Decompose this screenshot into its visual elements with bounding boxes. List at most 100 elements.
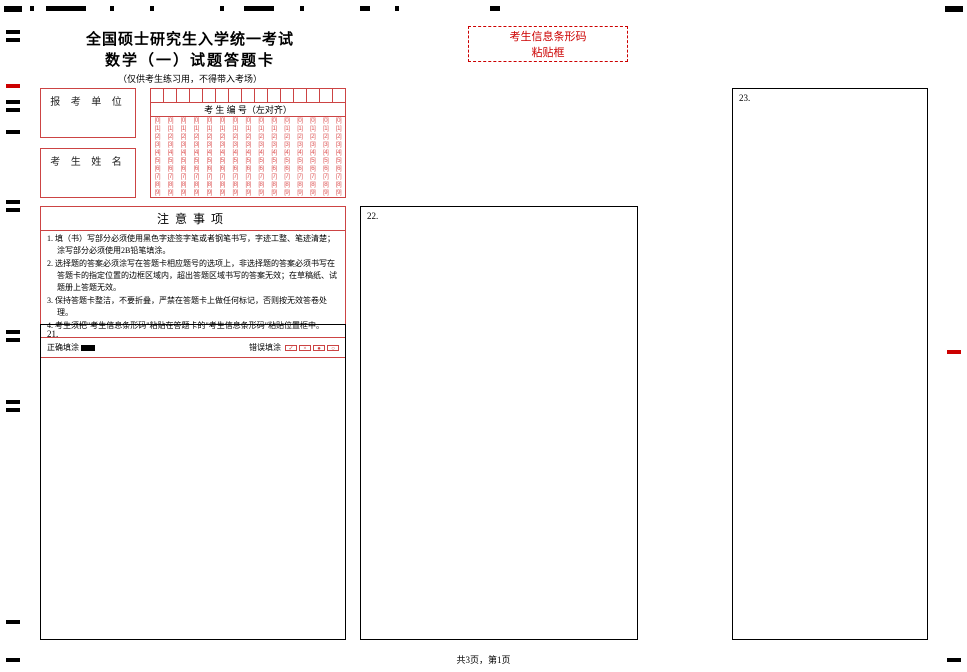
bubble-7[interactable]: [7] xyxy=(280,173,293,181)
bubble-2[interactable]: [2] xyxy=(177,133,190,141)
bubble-7[interactable]: [7] xyxy=(319,173,332,181)
bubble-8[interactable]: [8] xyxy=(319,181,332,189)
bubble-2[interactable]: [2] xyxy=(190,133,203,141)
bubble-9[interactable]: [9] xyxy=(319,189,332,197)
bubble-0[interactable]: [0] xyxy=(267,117,280,125)
bubble-4[interactable]: [4] xyxy=(242,149,255,157)
bubble-0[interactable]: [0] xyxy=(242,117,255,125)
bubble-8[interactable]: [8] xyxy=(164,181,177,189)
bubble-8[interactable]: [8] xyxy=(332,181,345,189)
bubble-2[interactable]: [2] xyxy=(319,133,332,141)
bubble-1[interactable]: [1] xyxy=(306,125,319,133)
bubble-5[interactable]: [5] xyxy=(164,157,177,165)
bubble-9[interactable]: [9] xyxy=(151,189,164,197)
bubble-2[interactable]: [2] xyxy=(216,133,229,141)
bubble-5[interactable]: [5] xyxy=(216,157,229,165)
bubble-9[interactable]: [9] xyxy=(255,189,268,197)
bubble-4[interactable]: [4] xyxy=(255,149,268,157)
bubble-1[interactable]: [1] xyxy=(164,125,177,133)
bubble-0[interactable]: [0] xyxy=(332,117,345,125)
bubble-3[interactable]: [3] xyxy=(255,141,268,149)
bubble-1[interactable]: [1] xyxy=(229,125,242,133)
bubble-6[interactable]: [6] xyxy=(216,165,229,173)
bubble-8[interactable]: [8] xyxy=(242,181,255,189)
bubble-3[interactable]: [3] xyxy=(293,141,306,149)
bubble-6[interactable]: [6] xyxy=(280,165,293,173)
bubble-6[interactable]: [6] xyxy=(267,165,280,173)
bubble-8[interactable]: [8] xyxy=(203,181,216,189)
bubble-0[interactable]: [0] xyxy=(216,117,229,125)
bubble-2[interactable]: [2] xyxy=(203,133,216,141)
bubble-8[interactable]: [8] xyxy=(293,181,306,189)
bubble-1[interactable]: [1] xyxy=(255,125,268,133)
bubble-4[interactable]: [4] xyxy=(267,149,280,157)
bubble-7[interactable]: [7] xyxy=(151,173,164,181)
bubble-5[interactable]: [5] xyxy=(306,157,319,165)
bubble-9[interactable]: [9] xyxy=(332,189,345,197)
bubble-3[interactable]: [3] xyxy=(280,141,293,149)
bubble-0[interactable]: [0] xyxy=(177,117,190,125)
bubble-2[interactable]: [2] xyxy=(164,133,177,141)
bubble-2[interactable]: [2] xyxy=(151,133,164,141)
bubble-3[interactable]: [3] xyxy=(190,141,203,149)
bubble-4[interactable]: [4] xyxy=(319,149,332,157)
bubble-0[interactable]: [0] xyxy=(280,117,293,125)
bubble-7[interactable]: [7] xyxy=(203,173,216,181)
bubble-6[interactable]: [6] xyxy=(203,165,216,173)
bubble-1[interactable]: [1] xyxy=(319,125,332,133)
bubble-4[interactable]: [4] xyxy=(332,149,345,157)
bubble-4[interactable]: [4] xyxy=(203,149,216,157)
bubble-0[interactable]: [0] xyxy=(151,117,164,125)
bubble-2[interactable]: [2] xyxy=(332,133,345,141)
bubble-3[interactable]: [3] xyxy=(177,141,190,149)
bubble-1[interactable]: [1] xyxy=(267,125,280,133)
bubble-3[interactable]: [3] xyxy=(242,141,255,149)
bubble-2[interactable]: [2] xyxy=(229,133,242,141)
bubble-7[interactable]: [7] xyxy=(190,173,203,181)
bubble-6[interactable]: [6] xyxy=(319,165,332,173)
bubble-4[interactable]: [4] xyxy=(164,149,177,157)
bubble-7[interactable]: [7] xyxy=(332,173,345,181)
bubble-6[interactable]: [6] xyxy=(332,165,345,173)
bubble-6[interactable]: [6] xyxy=(229,165,242,173)
bubble-6[interactable]: [6] xyxy=(151,165,164,173)
bubble-5[interactable]: [5] xyxy=(242,157,255,165)
bubble-5[interactable]: [5] xyxy=(267,157,280,165)
bubble-6[interactable]: [6] xyxy=(177,165,190,173)
bubble-9[interactable]: [9] xyxy=(164,189,177,197)
bubble-5[interactable]: [5] xyxy=(293,157,306,165)
bubble-8[interactable]: [8] xyxy=(177,181,190,189)
bubble-6[interactable]: [6] xyxy=(190,165,203,173)
bubble-3[interactable]: [3] xyxy=(267,141,280,149)
bubble-7[interactable]: [7] xyxy=(216,173,229,181)
bubble-0[interactable]: [0] xyxy=(203,117,216,125)
bubble-2[interactable]: [2] xyxy=(242,133,255,141)
bubble-4[interactable]: [4] xyxy=(306,149,319,157)
bubble-0[interactable]: [0] xyxy=(164,117,177,125)
bubble-5[interactable]: [5] xyxy=(190,157,203,165)
bubble-9[interactable]: [9] xyxy=(216,189,229,197)
bubble-2[interactable]: [2] xyxy=(306,133,319,141)
bubble-9[interactable]: [9] xyxy=(203,189,216,197)
bubble-3[interactable]: [3] xyxy=(332,141,345,149)
bubble-1[interactable]: [1] xyxy=(332,125,345,133)
bubble-5[interactable]: [5] xyxy=(280,157,293,165)
bubble-8[interactable]: [8] xyxy=(306,181,319,189)
bubble-9[interactable]: [9] xyxy=(280,189,293,197)
bubble-7[interactable]: [7] xyxy=(229,173,242,181)
bubble-9[interactable]: [9] xyxy=(177,189,190,197)
bubble-7[interactable]: [7] xyxy=(164,173,177,181)
bubble-3[interactable]: [3] xyxy=(229,141,242,149)
bubble-2[interactable]: [2] xyxy=(267,133,280,141)
bubble-7[interactable]: [7] xyxy=(177,173,190,181)
bubble-4[interactable]: [4] xyxy=(280,149,293,157)
bubble-4[interactable]: [4] xyxy=(229,149,242,157)
bubble-3[interactable]: [3] xyxy=(319,141,332,149)
bubble-8[interactable]: [8] xyxy=(190,181,203,189)
bubble-9[interactable]: [9] xyxy=(242,189,255,197)
bubble-1[interactable]: [1] xyxy=(177,125,190,133)
bubble-8[interactable]: [8] xyxy=(151,181,164,189)
bubble-8[interactable]: [8] xyxy=(229,181,242,189)
bubble-6[interactable]: [6] xyxy=(242,165,255,173)
bubble-4[interactable]: [4] xyxy=(293,149,306,157)
